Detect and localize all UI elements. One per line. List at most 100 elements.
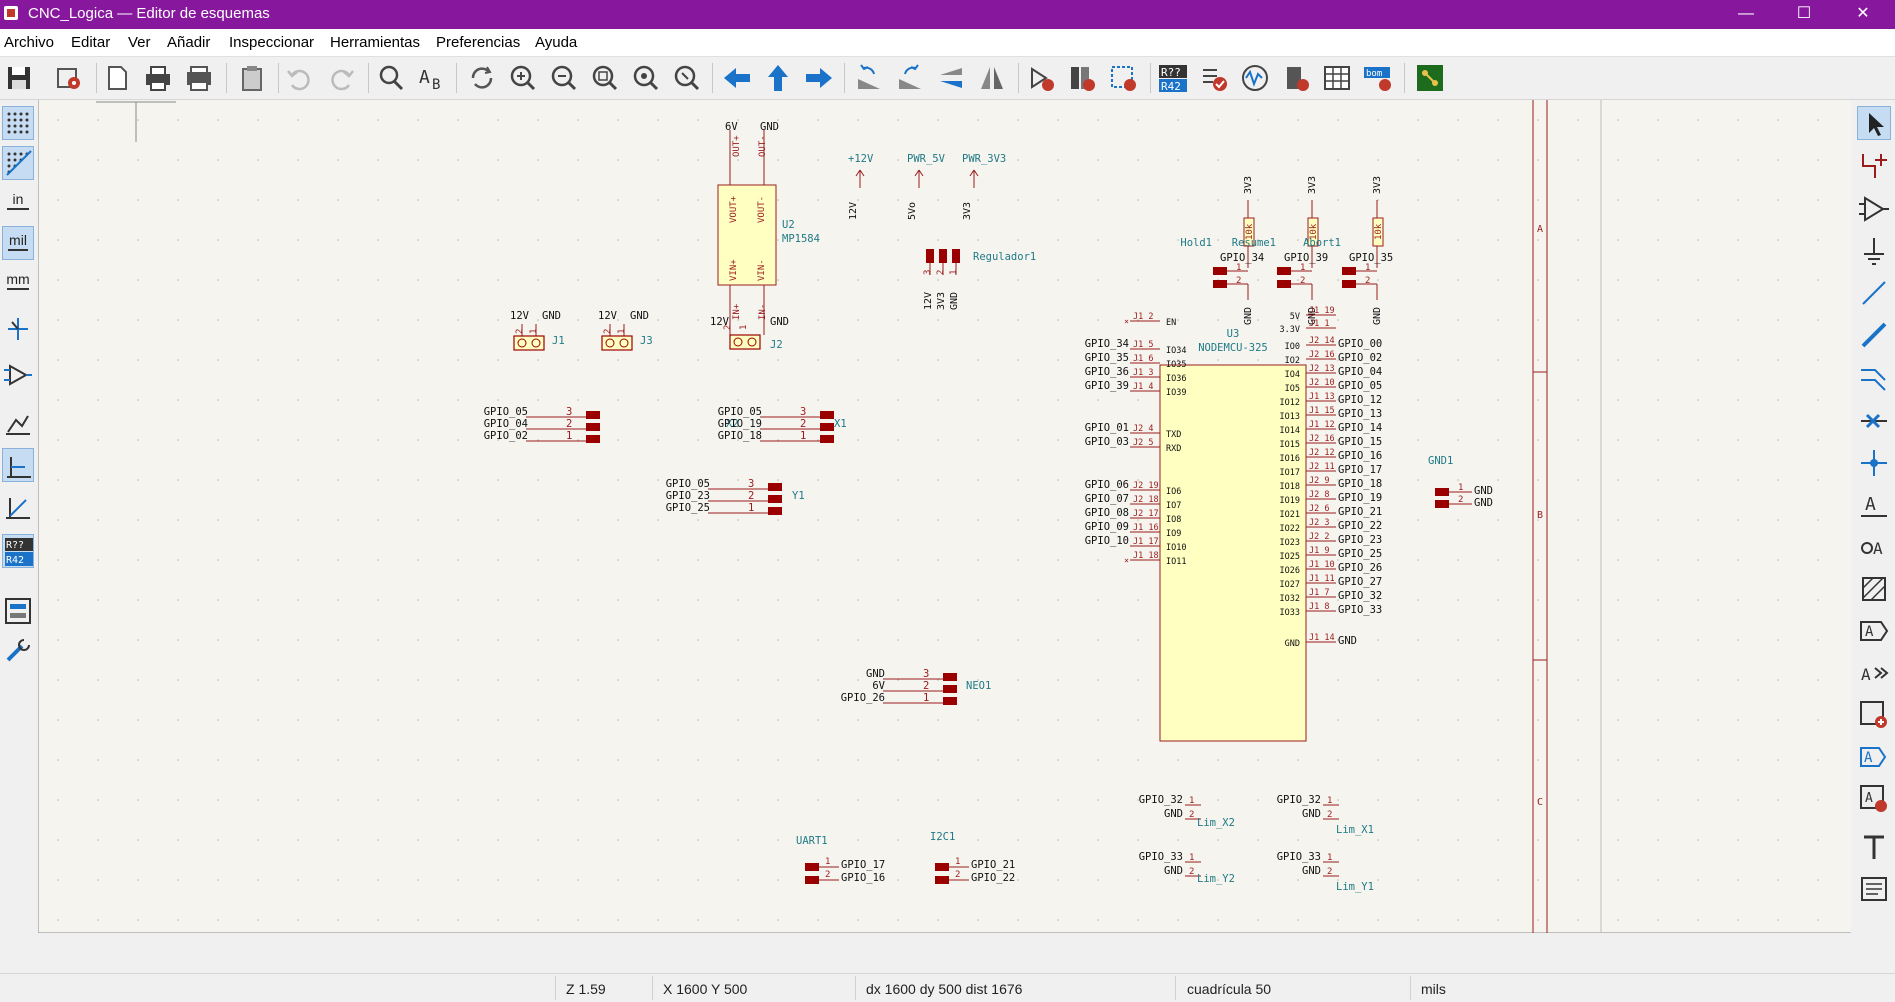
plot-icon[interactable] (182, 61, 216, 95)
save-icon[interactable] (2, 61, 36, 95)
j3-net-gnd: GND (630, 310, 649, 322)
select-tool-icon[interactable] (1857, 106, 1891, 140)
zoom-selection-icon[interactable] (670, 61, 704, 95)
add-junction-icon[interactable] (1857, 446, 1891, 480)
annotate-icon[interactable]: R?? R42 (1156, 61, 1190, 95)
footprint-assign-icon[interactable] (1106, 61, 1140, 95)
fields-table-icon[interactable] (1320, 61, 1354, 95)
properties-panel-icon[interactable] (2, 634, 34, 668)
menu-inspeccionar[interactable]: Inspeccionar (229, 34, 314, 51)
line-mode-free-icon[interactable] (2, 406, 34, 440)
maximize-button[interactable]: ☐ (1781, 0, 1827, 29)
u3-right-net-label: GPIO_23 (1338, 534, 1382, 546)
page-settings-icon[interactable] (100, 61, 134, 95)
no-connect-icon[interactable] (1857, 404, 1891, 438)
status-units: mils (1421, 981, 1446, 997)
power-pin-label: 5Vo (907, 202, 918, 220)
line-mode-45-icon[interactable] (2, 490, 34, 524)
u3-right-pin-number: J1_7 (1309, 588, 1329, 598)
u3-right-pin-name: IO15 (1280, 440, 1300, 450)
navigate-forward-icon[interactable] (802, 61, 836, 95)
symbol-editor-icon[interactable] (1024, 61, 1058, 95)
zoom-objects-icon[interactable] (629, 61, 663, 95)
zoom-in-icon[interactable] (506, 61, 540, 95)
add-wire-icon[interactable] (1857, 276, 1891, 310)
minimize-button[interactable]: — (1723, 0, 1769, 29)
add-text-icon[interactable] (1857, 830, 1891, 864)
menu-ayuda[interactable]: Ayuda (535, 34, 577, 51)
u3-left-pin-number: J2_18 (1133, 495, 1159, 505)
zoom-fit-icon[interactable] (588, 61, 622, 95)
i2c1-pad (935, 876, 949, 884)
print-icon[interactable] (141, 61, 175, 95)
hierarchy-navigator-icon[interactable] (2, 594, 34, 628)
menu-archivo[interactable]: Archivo (4, 34, 54, 51)
line-mode-90-icon[interactable] (2, 448, 34, 482)
cursor-full-crosshair-icon[interactable] (2, 312, 34, 346)
regulator-pin-pad (952, 249, 960, 263)
add-bus-icon[interactable] (1857, 318, 1891, 352)
add-global-label-icon[interactable]: A (1857, 614, 1891, 648)
import-sheet-icon[interactable]: A (1857, 782, 1891, 816)
u2-pin-out-plus: OUT+ (732, 135, 742, 157)
symbol-browser-icon[interactable] (1065, 61, 1099, 95)
mirror-horizontal-icon[interactable] (975, 61, 1009, 95)
add-power-icon[interactable] (1857, 234, 1891, 268)
find-icon[interactable] (374, 61, 408, 95)
navigate-up-icon[interactable] (761, 61, 795, 95)
menu-preferencias[interactable]: Preferencias (436, 34, 520, 51)
add-sheet-icon[interactable] (1857, 698, 1891, 732)
refresh-icon[interactable] (465, 61, 499, 95)
zoom-out-icon[interactable] (547, 61, 581, 95)
annotate-toggle-icon[interactable]: R?? R42 (2, 534, 34, 568)
generate-bom-icon[interactable]: bom (1361, 61, 1395, 95)
add-symbol-icon[interactable] (1857, 192, 1891, 226)
navigate-back-icon[interactable] (720, 61, 754, 95)
status-cursor-position: X 1600 Y 500 (663, 981, 748, 997)
schematic-setup-icon[interactable] (52, 61, 86, 95)
add-hier-label-icon[interactable]: A (1857, 656, 1891, 690)
connector-pin-pad (943, 685, 957, 693)
undo-icon[interactable] (282, 61, 316, 95)
grid-overrides-icon[interactable] (2, 146, 34, 180)
add-label-icon[interactable]: A (1857, 488, 1891, 522)
units-mm-button[interactable]: mm (2, 266, 34, 300)
add-bus-entry-icon[interactable] (1857, 360, 1891, 394)
u3-right-pin-name: IO23 (1280, 538, 1300, 548)
simulator-icon[interactable] (1238, 61, 1272, 95)
u3-left-pin-name: RXD (1166, 444, 1181, 454)
u3-right-pin-name: IO27 (1280, 580, 1300, 590)
menu-anadir[interactable]: Añadir (167, 34, 210, 51)
units-inches-button[interactable]: in (2, 186, 34, 220)
menu-editar[interactable]: Editar (71, 34, 110, 51)
close-button[interactable]: ✕ (1840, 0, 1886, 29)
u3-left-net-label: GPIO_07 (1085, 493, 1129, 505)
net-label-gpio_05: GPIO_05 (718, 406, 762, 418)
find-replace-icon[interactable]: AB (415, 61, 449, 95)
schematic-canvas[interactable]: A B C GPIO_05 3 GPIO_04 2 GPIO_02 1 X2 GPIO_05 3… (37, 100, 1851, 934)
hidden-pins-icon[interactable] (2, 358, 34, 392)
pcb-editor-icon[interactable] (1413, 61, 1447, 95)
erc-icon[interactable] (1197, 61, 1231, 95)
menu-ver[interactable]: Ver (128, 34, 151, 51)
j1-pin-1: 1 (529, 329, 539, 334)
add-netclass-icon[interactable]: A (1857, 530, 1891, 564)
svg-text:R42: R42 (6, 555, 24, 566)
show-grid-icon[interactable] (2, 106, 34, 140)
redo-icon[interactable] (325, 61, 359, 95)
units-mils-button[interactable]: mil (2, 226, 34, 260)
menu-herramientas[interactable]: Herramientas (330, 34, 420, 51)
svg-text:A: A (1873, 539, 1883, 558)
import-sheet-pin-icon[interactable]: A (1857, 740, 1891, 774)
add-textbox-icon[interactable] (1857, 872, 1891, 906)
mirror-vertical-icon[interactable] (934, 61, 968, 95)
uart1-net-label: GPIO_16 (841, 872, 885, 884)
rotate-cw-icon[interactable] (893, 61, 927, 95)
select-connection-icon[interactable] (1857, 148, 1891, 182)
u3-right-net-label: GPIO_19 (1338, 492, 1382, 504)
net-label-gnd: GND (866, 668, 885, 680)
rotate-ccw-icon[interactable] (852, 61, 886, 95)
bom-icon[interactable] (1279, 61, 1313, 95)
paste-icon[interactable] (235, 61, 269, 95)
add-rule-area-icon[interactable] (1857, 572, 1891, 606)
